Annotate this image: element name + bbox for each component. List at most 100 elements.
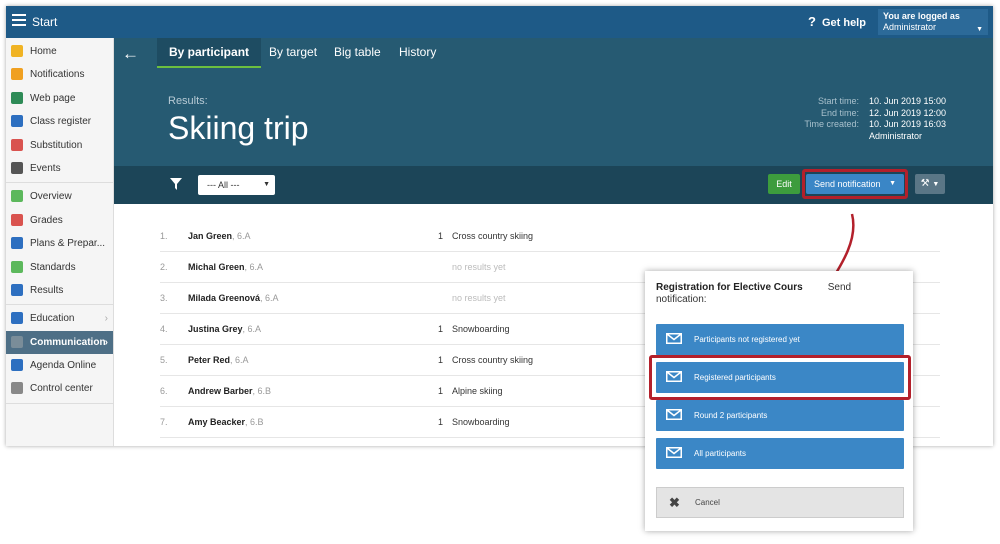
top-bar: Start ? Get help You are logged as Admini… [6,6,993,38]
sidebar: Home Notifications Web page Class register S… [6,38,114,446]
user-label: You are logged as [883,11,960,21]
envelope-icon [666,447,682,458]
result-rank: 1 [438,355,444,365]
question-icon: ? [808,14,816,29]
sidebar-item-label: Control center [30,383,93,395]
sidebar-item-communication[interactable]: Communication › [6,330,113,355]
cancel-button[interactable]: ✖ Cancel [656,487,904,518]
sidebar-item-web-page[interactable]: Web page [6,87,113,110]
participant-name-cell[interactable]: Peter Red, 6.A [188,355,249,365]
page-title: Skiing trip [168,110,309,146]
sidebar-item-substitution[interactable]: Substitution [6,134,113,157]
sidebar-item-label: Results [30,284,64,296]
check-circle-icon [11,190,23,203]
participant-name: Peter Red [188,355,231,365]
caret-down-icon: ▼ [932,181,940,188]
envelope-icon [666,333,682,344]
row-number: 2. [160,262,168,272]
participant-name-cell[interactable]: Jan Green, 6.A [188,231,251,241]
envelope-icon [666,409,682,420]
results-label: Results: [168,95,208,107]
result-rank: 1 [438,386,444,396]
participant-name-cell[interactable]: Milada Greenová, 6.A [188,293,279,303]
sidebar-item-education[interactable]: Education › [6,307,113,330]
notify-option-all-participants[interactable]: All participants [656,438,904,469]
filter-icon[interactable] [170,178,182,190]
person-icon [11,138,23,151]
table-row[interactable]: 1. Jan Green, 6.A 1 Cross country skiing [160,221,940,252]
result-value: Alpine skiing [452,386,503,396]
bar-chart-icon [11,283,23,296]
row-number: 5. [160,355,168,365]
envelope-icon [11,68,23,81]
sidebar-item-plans-prepar[interactable]: Plans & Prepar... [6,232,113,255]
result-value: Snowboarding [452,417,510,427]
calendar-icon [11,161,23,174]
sidebar-item-label: Class register [30,116,92,128]
tab-by-participant[interactable]: By participant [157,38,262,68]
filter-value: --- All --- [207,180,240,190]
sidebar-item-control-center[interactable]: Control center [6,377,113,400]
popup-title-course: Registration for Elective Cours [656,282,803,293]
get-help-link[interactable]: ? Get help [808,14,866,29]
sidebar-item-results[interactable]: Results [6,279,113,302]
briefcase-icon [11,237,23,250]
sidebar-item-grades[interactable]: Grades [6,209,113,232]
result-value: Cross country skiing [452,355,534,365]
registered-participants-highlight [649,355,911,400]
main-header: ← By participant By target Big table His… [114,38,993,166]
tab-history[interactable]: History [387,38,448,68]
user-menu[interactable]: You are logged as Administrator ▼ [878,9,988,35]
participant-class: , 6.A [230,355,249,365]
row-number: 3. [160,293,168,303]
notification-popup: Registration for Elective Cours Send not… [645,271,913,531]
sidebar-item-agenda-online[interactable]: Agenda Online [6,354,113,377]
sidebar-item-notifications[interactable]: Notifications [6,63,113,86]
house-icon [11,91,23,104]
tools-menu-button[interactable]: ⚒ ▼ [915,174,945,194]
school-icon [11,312,23,325]
edit-button[interactable]: Edit [768,174,800,194]
book-icon [11,115,23,128]
sidebar-item-events[interactable]: Events [6,157,113,180]
filter-select[interactable]: --- All --- ▼ [198,175,275,195]
participant-name: Michal Green [188,262,245,272]
participant-class: , 6.A [244,262,264,272]
sidebar-item-label: Grades [30,214,63,226]
result-value: no results yet [452,293,506,303]
time-created-label: Time created: [804,119,859,129]
participant-name-cell[interactable]: Andrew Barber, 6.B [188,386,271,396]
notify-option-label: Participants not registered yet [694,335,800,344]
toolbar: --- All --- ▼ Edit Send notification ▼ ⚒ ▼ [114,166,993,204]
row-number: 1. [160,231,168,241]
tab-big-table[interactable]: Big table [322,38,393,68]
result-value: no results yet [452,262,506,272]
tab-by-target[interactable]: By target [257,38,329,68]
participant-name-cell[interactable]: Michal Green, 6.A [188,262,263,272]
sidebar-group: Home Notifications Web page Class register S… [6,38,113,184]
chat-icon [11,335,23,348]
star-icon [11,45,23,57]
participant-name-cell[interactable]: Justina Grey, 6.A [188,324,261,334]
event-meta: Start time: 10. Jun 2019 15:00 End time: 1… [804,96,949,142]
sidebar-item-standards[interactable]: Standards [6,256,113,279]
sidebar-group: Overview Grades Plans & Prepar... Standards… [6,183,113,306]
sidebar-group: Education › Communication › Agenda Online Con… [6,305,113,404]
sidebar-item-home[interactable]: Home [6,40,113,63]
sidebar-item-class-register[interactable]: Class register [6,110,113,133]
notify-option-round-2-participants[interactable]: Round 2 participants [656,400,904,431]
back-arrow-icon[interactable]: ← [122,44,139,64]
hamburger-menu-icon[interactable] [12,14,26,26]
participant-name-cell[interactable]: Amy Beacker, 6.B [188,417,264,427]
sidebar-item-label: Education [30,313,75,325]
notify-option-label: Round 2 participants [694,411,768,420]
notify-option-participants-not-registered-yet[interactable]: Participants not registered yet [656,324,904,355]
cancel-label: Cancel [695,498,720,507]
chevron-right-icon: › [104,336,108,348]
result-value: Cross country skiing [452,231,534,241]
time-created-value: 10. Jun 2019 16:03 [869,119,947,129]
grade-icon [11,213,23,226]
app-title[interactable]: Start [32,15,57,29]
sidebar-item-overview[interactable]: Overview [6,185,113,208]
sidebar-item-label: Web page [30,92,76,104]
